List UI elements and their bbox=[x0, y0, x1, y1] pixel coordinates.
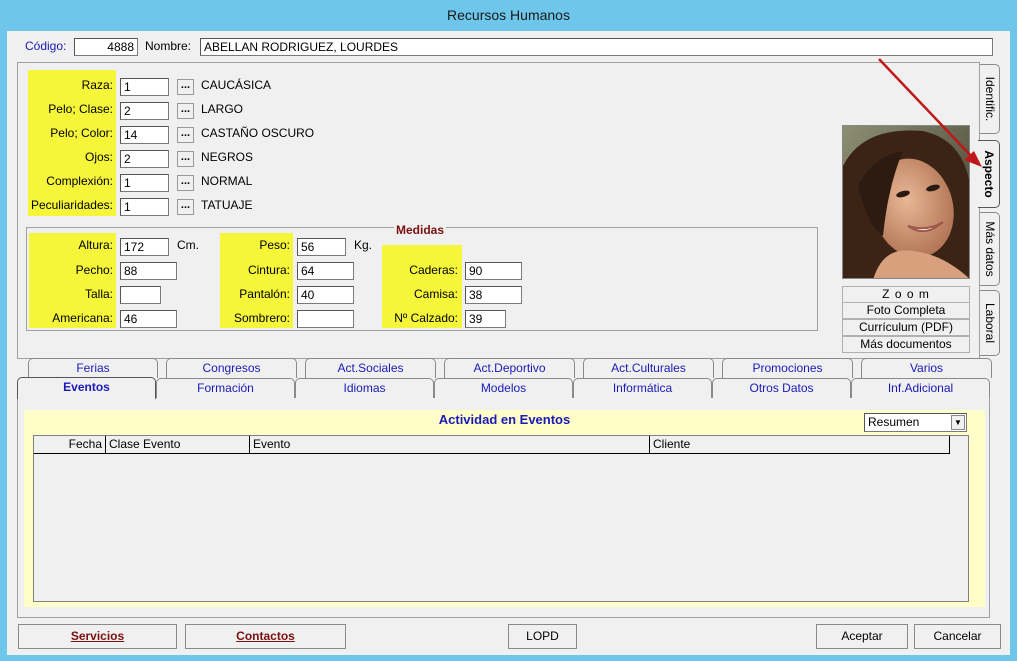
col-clase-evento[interactable]: Clase Evento bbox=[106, 436, 250, 453]
lopd-button[interactable]: LOPD bbox=[508, 624, 577, 649]
eventos-table[interactable]: Fecha Clase Evento Evento Cliente bbox=[33, 435, 969, 602]
camisa-field[interactable]: 38 bbox=[465, 286, 522, 304]
camisa-label: Camisa: bbox=[413, 287, 458, 301]
altura-unit: Cm. bbox=[177, 238, 199, 252]
contactos-button[interactable]: Contactos bbox=[185, 624, 346, 649]
aspecto-row-code[interactable]: 1 bbox=[120, 174, 169, 192]
aceptar-button[interactable]: Aceptar bbox=[816, 624, 908, 649]
tab-modelos[interactable]: Modelos bbox=[434, 378, 573, 398]
title-bar: Recursos Humanos bbox=[0, 0, 1017, 30]
aspecto-row-description: CAUCÁSICA bbox=[201, 78, 272, 92]
peso-label: Peso: bbox=[259, 238, 290, 252]
sombrero-field[interactable] bbox=[297, 310, 354, 328]
pantalon-label: Pantalón: bbox=[239, 287, 290, 301]
aspecto-row-description: TATUAJE bbox=[201, 198, 253, 212]
cintura-label: Cintura: bbox=[247, 263, 290, 277]
codigo-label: Código: bbox=[25, 39, 67, 53]
aspecto-row-label: Ojos: bbox=[84, 150, 113, 164]
mas-documentos-button[interactable]: Más documentos bbox=[842, 336, 970, 353]
lookup-button[interactable]: ... bbox=[177, 175, 194, 191]
tab-ferias[interactable]: Ferias bbox=[28, 358, 158, 378]
calzado-field[interactable]: 39 bbox=[465, 310, 506, 328]
tab-idiomas[interactable]: Idiomas bbox=[295, 378, 434, 398]
aspecto-row-label: Peculiaridades: bbox=[30, 198, 113, 212]
window-title: Recursos Humanos bbox=[447, 7, 570, 23]
aspecto-row-description: NORMAL bbox=[201, 174, 253, 188]
aspecto-row-description: CASTAÑO OSCURO bbox=[201, 126, 315, 140]
tab-congresos[interactable]: Congresos bbox=[166, 358, 297, 378]
peso-field[interactable]: 56 bbox=[297, 238, 346, 256]
lookup-button[interactable]: ... bbox=[177, 199, 194, 215]
resumen-select[interactable]: Resumen ▼ bbox=[864, 413, 967, 432]
zoom-button[interactable]: Z o o m bbox=[842, 286, 970, 303]
annotation-arrow bbox=[878, 58, 982, 167]
aspecto-row-label: Pelo; Color: bbox=[50, 126, 113, 140]
nombre-label: Nombre: bbox=[145, 39, 192, 53]
resumen-select-value: Resumen bbox=[868, 415, 920, 429]
tab-inform-tica[interactable]: Informática bbox=[573, 378, 712, 398]
cintura-field[interactable]: 64 bbox=[297, 262, 354, 280]
aspecto-row-label: Pelo; Clase: bbox=[48, 102, 113, 116]
tab-varios[interactable]: Varios bbox=[861, 358, 992, 378]
table-header: Fecha Clase Evento Evento Cliente bbox=[34, 436, 950, 454]
tab-mas-datos-label: Más datos bbox=[983, 221, 997, 277]
col-evento[interactable]: Evento bbox=[250, 436, 650, 453]
americana-label: Americana: bbox=[52, 311, 113, 325]
aspecto-row-label: Complexión: bbox=[46, 174, 113, 188]
tab-mas-datos[interactable]: Más datos bbox=[980, 212, 1000, 286]
lookup-button[interactable]: ... bbox=[177, 127, 194, 143]
calzado-label: Nº Calzado: bbox=[394, 311, 458, 325]
servicios-button[interactable]: Servicios bbox=[18, 624, 177, 649]
altura-field[interactable]: 172 bbox=[120, 238, 169, 256]
pecho-field[interactable]: 88 bbox=[120, 262, 177, 280]
talla-label: Talla: bbox=[84, 287, 113, 301]
nombre-field[interactable]: ABELLAN RODRIGUEZ, LOURDES bbox=[200, 38, 993, 56]
tab-act-deportivo[interactable]: Act.Deportivo bbox=[444, 358, 575, 378]
sombrero-label: Sombrero: bbox=[233, 311, 290, 325]
cancelar-button[interactable]: Cancelar bbox=[914, 624, 1001, 649]
aspecto-row-code[interactable]: 14 bbox=[120, 126, 169, 144]
caderas-label: Caderas: bbox=[409, 263, 458, 277]
aspecto-row-code[interactable]: 1 bbox=[120, 198, 169, 216]
foto-completa-button[interactable]: Foto Completa bbox=[842, 302, 970, 319]
aspecto-row-code[interactable]: 1 bbox=[120, 78, 169, 96]
tab-promociones[interactable]: Promociones bbox=[722, 358, 853, 378]
tab-inf-adicional[interactable]: Inf.Adicional bbox=[851, 378, 990, 398]
tab-otros-datos[interactable]: Otros Datos bbox=[712, 378, 851, 398]
aspecto-row-description: LARGO bbox=[201, 102, 244, 116]
tab-act-culturales[interactable]: Act.Culturales bbox=[583, 358, 714, 378]
lookup-button[interactable]: ... bbox=[177, 151, 194, 167]
tab-act-sociales[interactable]: Act.Sociales bbox=[305, 358, 436, 378]
tab-formaci-n[interactable]: Formación bbox=[156, 378, 295, 398]
pantalon-field[interactable]: 40 bbox=[297, 286, 354, 304]
tab-laboral-label: Laboral bbox=[983, 302, 997, 344]
medidas-title: Medidas bbox=[394, 223, 447, 237]
eventos-title: Actividad en Eventos bbox=[438, 412, 571, 427]
curriculum-pdf-button[interactable]: Currículum (PDF) bbox=[842, 319, 970, 336]
col-cliente[interactable]: Cliente bbox=[650, 436, 950, 453]
aspecto-row-label: Raza: bbox=[81, 78, 113, 92]
peso-unit: Kg. bbox=[354, 238, 373, 252]
talla-field[interactable] bbox=[120, 286, 161, 304]
americana-field[interactable]: 46 bbox=[120, 310, 177, 328]
codigo-field[interactable]: 4888 bbox=[74, 38, 138, 56]
aspecto-row-code[interactable]: 2 bbox=[120, 150, 169, 168]
col-fecha[interactable]: Fecha bbox=[34, 436, 106, 453]
aspecto-row-description: NEGROS bbox=[201, 150, 254, 164]
chevron-down-icon[interactable]: ▼ bbox=[951, 415, 965, 430]
caderas-field[interactable]: 90 bbox=[465, 262, 522, 280]
lookup-button[interactable]: ... bbox=[177, 103, 194, 119]
lookup-button[interactable]: ... bbox=[177, 79, 194, 95]
altura-label: Altura: bbox=[78, 238, 113, 252]
tab-eventos[interactable]: Eventos bbox=[17, 377, 156, 399]
aspecto-row-code[interactable]: 2 bbox=[120, 102, 169, 120]
pecho-label: Pecho: bbox=[75, 263, 113, 277]
tab-laboral[interactable]: Laboral bbox=[980, 290, 1000, 356]
